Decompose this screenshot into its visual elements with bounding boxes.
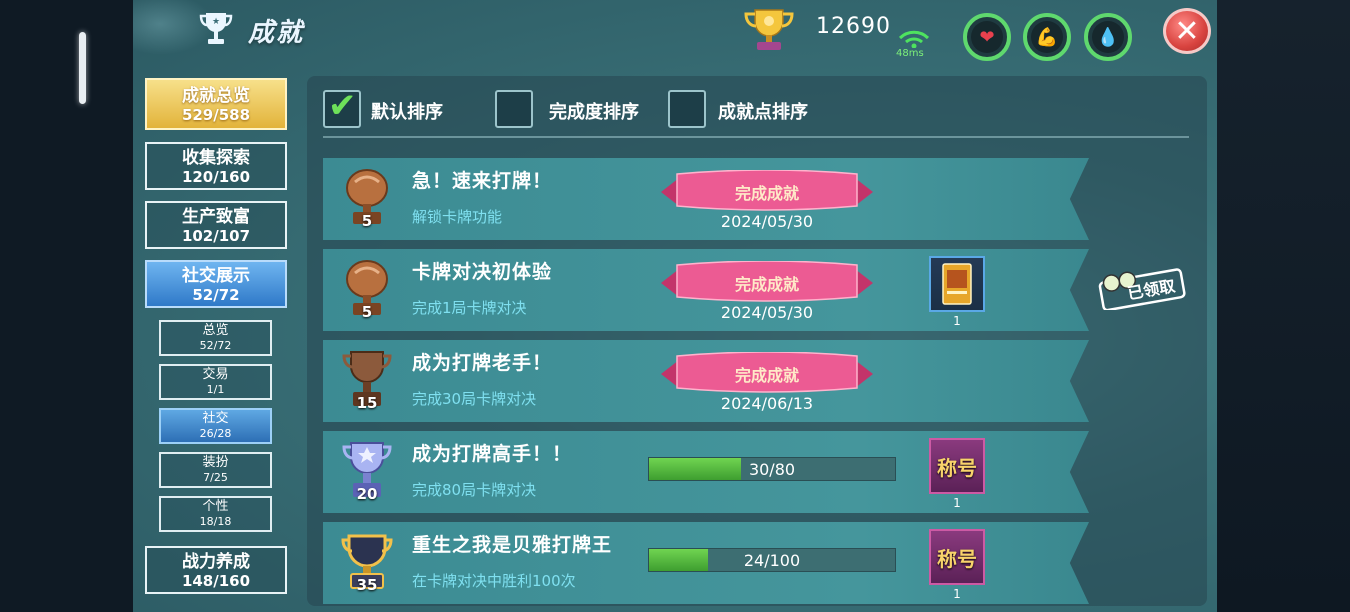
reward-count: 1 xyxy=(953,314,961,328)
subnav-label: 社交 xyxy=(202,411,229,426)
heart-stat[interactable]: ❤ xyxy=(963,13,1011,61)
subnav-label: 交易 xyxy=(202,367,229,382)
card-reward-icon[interactable] xyxy=(929,256,985,312)
sort-default-label: 默认排序 xyxy=(371,102,443,123)
water-stat[interactable]: 💧 xyxy=(1084,13,1132,61)
sort-default-checkbox[interactable] xyxy=(323,86,361,128)
achievement-title: 急！速来打牌！ xyxy=(412,170,553,192)
subnav-dressup[interactable]: 装扮 7/25 xyxy=(159,452,272,488)
divider xyxy=(323,136,1189,138)
subnav-trade[interactable]: 交易 1/1 xyxy=(159,364,272,400)
progress-text: 30/80 xyxy=(748,460,796,479)
achievement-points: 5 xyxy=(361,303,373,321)
achievement-desc: 完成80局卡牌对决 xyxy=(412,481,537,499)
strength-stat[interactable]: 💪 xyxy=(1023,13,1071,61)
sort-options: 默认排序 完成度排序 成就点排序 xyxy=(323,86,1193,130)
completion-date: 2024/05/30 xyxy=(720,303,814,322)
subnav-count: 1/1 xyxy=(206,383,225,396)
ping-value: 48ms xyxy=(896,48,924,59)
achievement-score: 12690 xyxy=(816,14,891,39)
scroll-handle[interactable] xyxy=(79,32,86,104)
subnav-count: 18/18 xyxy=(199,515,232,528)
subnav-personality[interactable]: 个性 18/18 xyxy=(159,496,272,532)
nav-count: 52/72 xyxy=(192,286,240,304)
completed-label: 完成成就 xyxy=(734,184,799,203)
achievement-screen: ★ 成就 12690 48ms ❤ 💪 💧 ✕ 成就总览 529/588 收集探… xyxy=(133,0,1217,612)
achievement-points: 20 xyxy=(356,485,378,503)
nav-label: 成就总览 xyxy=(182,86,250,106)
completed-label: 完成成就 xyxy=(734,366,799,385)
trophy-icon: ★ xyxy=(199,13,233,44)
subnav-label: 个性 xyxy=(202,499,229,514)
drop-icon: 💧 xyxy=(1092,21,1124,53)
right-letterbox xyxy=(1217,0,1350,612)
left-letterbox xyxy=(0,0,133,612)
close-button[interactable]: ✕ xyxy=(1163,8,1211,54)
subnav-social[interactable]: 社交 26/28 xyxy=(159,408,272,444)
page-title: 成就 xyxy=(248,18,305,48)
achievement-desc: 解锁卡牌功能 xyxy=(412,208,503,226)
subnav-label: 总览 xyxy=(202,323,229,338)
achievement-title: 重生之我是贝雅打牌王 xyxy=(412,534,613,556)
subnav-label: 装扮 xyxy=(202,455,229,470)
svg-text:★: ★ xyxy=(212,17,220,27)
subnav-overview[interactable]: 总览 52/72 xyxy=(159,320,272,356)
nav-production[interactable]: 生产致富 102/107 xyxy=(145,201,287,249)
nav-count: 148/160 xyxy=(181,572,251,590)
sort-points-label: 成就点排序 xyxy=(718,102,808,123)
nav-count: 102/107 xyxy=(181,227,251,245)
claimed-stamp: 已领取 xyxy=(1098,268,1186,310)
nav-count: 529/588 xyxy=(181,106,251,124)
close-icon: ✕ xyxy=(1174,13,1200,49)
achievement-desc: 完成30局卡牌对决 xyxy=(412,390,537,408)
sort-points-checkbox[interactable] xyxy=(668,90,706,128)
achievement-title: 成为打牌高手！！ xyxy=(412,443,573,465)
achievement-desc: 完成1局卡牌对决 xyxy=(412,299,527,317)
achievement-points: 35 xyxy=(356,576,378,594)
sort-completion-checkbox[interactable] xyxy=(495,90,533,128)
card-icon xyxy=(942,263,972,305)
title-reward-label: 称号 xyxy=(937,546,977,571)
achievement-title: 卡牌对决初体验 xyxy=(412,261,553,283)
nav-label: 战力养成 xyxy=(182,552,250,572)
arm-icon: 💪 xyxy=(1031,21,1063,53)
nav-count: 120/160 xyxy=(181,168,251,186)
nav-social[interactable]: 社交展示 52/72 xyxy=(145,260,287,308)
gold-trophy-icon xyxy=(744,9,794,50)
nav-label: 收集探索 xyxy=(182,148,250,168)
reward-count: 1 xyxy=(953,496,961,510)
nav-power[interactable]: 战力养成 148/160 xyxy=(145,546,287,594)
wifi-icon xyxy=(898,30,930,48)
sort-completion-label: 完成度排序 xyxy=(549,102,639,123)
title-reward-icon[interactable]: 称号 xyxy=(929,529,985,585)
completed-label: 完成成就 xyxy=(734,275,799,294)
nav-label: 社交展示 xyxy=(182,266,250,286)
reward-count: 1 xyxy=(953,587,961,601)
title-reward-icon[interactable]: 称号 xyxy=(929,438,985,494)
nav-collection[interactable]: 收集探索 120/160 xyxy=(145,142,287,190)
nav-label: 生产致富 xyxy=(182,207,250,227)
progress-text: 24/100 xyxy=(743,551,801,570)
achievement-points: 15 xyxy=(356,394,378,412)
completion-date: 2024/05/30 xyxy=(720,212,814,231)
achievement-title: 成为打牌老手！ xyxy=(412,352,553,374)
achievement-points: 5 xyxy=(361,212,373,230)
completion-date: 2024/06/13 xyxy=(720,394,814,413)
achievement-desc: 在卡牌对决中胜利100次 xyxy=(412,572,576,590)
subnav-count: 7/25 xyxy=(203,471,228,484)
progress-bar: 24/100 xyxy=(648,548,896,572)
progress-bar: 30/80 xyxy=(648,457,896,481)
title-reward-label: 称号 xyxy=(937,455,977,480)
heart-icon: ❤ xyxy=(971,21,1003,53)
subnav-count: 52/72 xyxy=(199,339,232,352)
nav-overview[interactable]: 成就总览 529/588 xyxy=(145,78,287,130)
subnav-count: 26/28 xyxy=(199,427,232,440)
